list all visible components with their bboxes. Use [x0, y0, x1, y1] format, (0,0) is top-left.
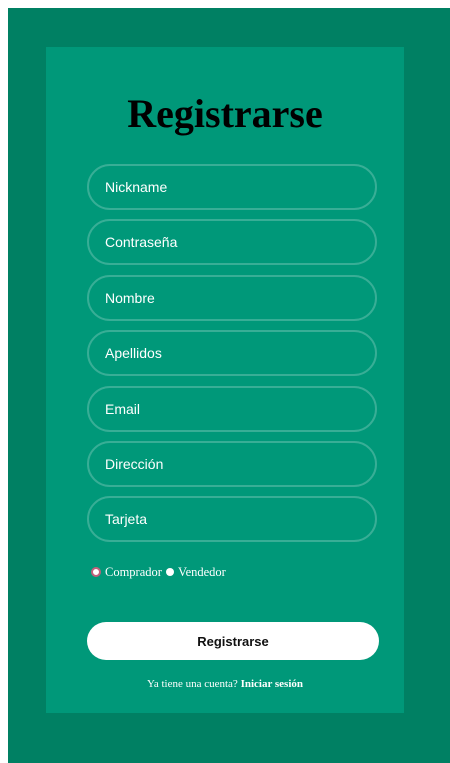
last-name-input[interactable] — [87, 330, 377, 376]
address-input[interactable] — [87, 441, 377, 487]
login-prompt: Ya tiene una cuenta? Iniciar sesión — [0, 678, 450, 690]
password-input[interactable] — [87, 219, 377, 265]
email-input[interactable] — [87, 386, 377, 432]
buyer-radio[interactable] — [91, 567, 101, 577]
login-link[interactable]: Iniciar sesión — [241, 678, 303, 690]
page-title: Registrarse — [127, 91, 323, 136]
card-input[interactable] — [87, 496, 377, 542]
register-button[interactable]: Registrarse — [87, 622, 379, 660]
login-prompt-text: Ya tiene una cuenta? — [146, 678, 238, 690]
seller-radio-label[interactable]: Vendedor — [178, 565, 226, 580]
seller-radio[interactable] — [165, 568, 174, 576]
buyer-radio-label[interactable]: Comprador — [105, 565, 162, 580]
role-selector: Comprador Vendedor — [91, 564, 230, 580]
register-card — [46, 47, 404, 713]
first-name-input[interactable] — [87, 275, 377, 321]
nickname-input[interactable] — [87, 164, 377, 210]
